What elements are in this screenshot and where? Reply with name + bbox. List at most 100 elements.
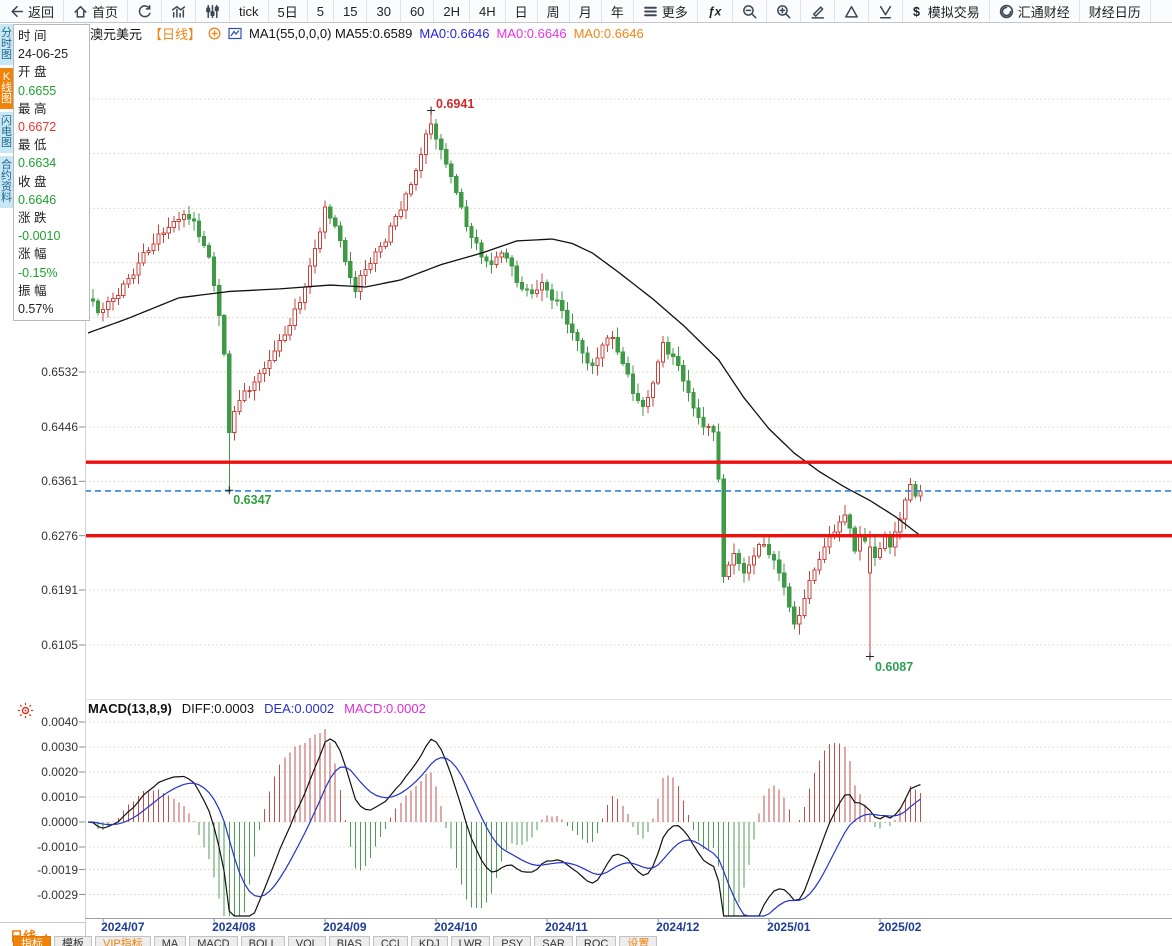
toolbar-period-day[interactable]: 日 [506,0,538,22]
indicator-tab-LWR[interactable]: LWR [451,936,491,946]
side-tab-合约资料[interactable]: 合约资料 [0,156,13,208]
month-label: 2024/10 [434,920,477,934]
toolbar-back[interactable]: 返回 [0,0,64,22]
toolbar-period-60[interactable]: 60 [401,0,434,22]
info-value: 0.6672 [18,118,89,136]
toolbar-label: 模拟交易 [928,2,980,21]
macd-macd-value: MACD:0.0002 [344,701,426,716]
indicator-tab-设置[interactable]: 设置 [619,936,657,946]
ma0-value-1: MA0:0.6646 [419,26,489,41]
ma0-value-3: MA0:0.6646 [574,26,644,41]
extreme-marker [866,653,874,661]
toolbar-zoom-in[interactable] [767,0,801,22]
macd-dea-value: DEA:0.0002 [264,701,334,716]
indicator-tab-MA[interactable]: MA [154,936,187,946]
price-annotation: 0.6347 [233,493,271,507]
toolbar-period-5d[interactable]: 5日 [269,0,308,22]
indicator-tab-MACD[interactable]: MACD [189,936,237,946]
toolbar-more-menu[interactable]: 更多 [634,0,698,22]
price-axis-label: 0.6361 [26,474,78,488]
indicator-tab-CCI[interactable]: CCI [373,936,408,946]
indicator-tab-BOLL[interactable]: BOLL [241,936,285,946]
info-value: 0.6634 [18,154,89,172]
toolbar-zoom-out[interactable] [733,0,767,22]
toolbar-label: 周 [547,2,560,21]
toolbar-label: 4H [479,4,496,19]
info-label: 最 低 [18,136,89,154]
macd-panel-separator [85,699,1172,700]
chart-canvas[interactable] [0,0,1172,946]
macd-axis-label: 0.0020 [26,765,78,779]
toolbar-formula-fx[interactable]: ƒx [698,0,733,22]
toolbar-period-tick[interactable]: tick [230,0,269,22]
chart-header: 澳元美元 【日线】 MA1(55,0,0,0) MA55:0.6589 MA0:… [90,25,644,41]
price-annotation: 0.6087 [875,660,913,674]
macd-axis-label: -0.0019 [26,863,78,877]
info-value: -0.15% [18,264,89,282]
toolbar-label: 返回 [28,2,54,21]
macd-axis-label: 0.0000 [26,815,78,829]
back-icon [9,4,24,19]
indicator-settings-sun-icon[interactable] [17,702,34,724]
ma-settings-text: MA1(55,0,0,0) MA55:0.6589 [249,26,412,41]
add-indicator-icon[interactable] [208,27,221,40]
toolbar-label: 汇通财经 [1018,2,1070,21]
info-value: 24-06-25 [18,45,89,63]
indicator-tab-ROC[interactable]: ROC [576,936,616,946]
fx-chart-app: 返回首页 tick5日51530602H 4H 日周月年更多 ƒx $模拟交易 汇通财经财经… [0,0,1172,946]
toolbar-period-5[interactable]: 5 [308,0,334,22]
toolbar-period-year[interactable]: 年 [602,0,634,22]
side-tab-闪电图[interactable]: 闪电图 [0,112,13,153]
price-annotation: 0.6941 [436,97,474,111]
info-label: 涨 幅 [18,245,89,263]
price-axis-label: 0.6191 [26,583,78,597]
indicator-tab-VIP指标[interactable]: VIP指标 [95,936,151,946]
toolbar-fx678-brand[interactable]: 汇通财经 [990,0,1080,22]
toolbar-home[interactable]: 首页 [64,0,128,22]
indicator-tab-指标[interactable]: 指标 [13,936,51,946]
toolbar-period-month[interactable]: 月 [570,0,602,22]
toolbar-period-2h[interactable]: 2H [434,0,470,22]
info-value: 0.6655 [18,82,89,100]
toolbar-refresh[interactable] [128,0,162,22]
indicator-tab-模板[interactable]: 模板 [54,936,92,946]
month-label: 2025/01 [767,920,810,934]
info-label: 开 盘 [18,63,89,81]
toolbar-econ-calendar[interactable]: 财经日历 [1080,0,1151,22]
macd-diff-line [88,739,920,916]
info-label: 最 高 [18,100,89,118]
symbol-name: 澳元美元 [90,24,142,43]
toolbar-period-4h[interactable]: 4H [470,0,506,22]
more-menu-icon [643,4,658,19]
indicator-tab-PSY[interactable]: PSY [493,936,531,946]
svg-text:ƒx: ƒx [708,4,723,18]
ma0-value-2: MA0:0.6646 [496,26,566,41]
indicator-tab-KDJ[interactable]: KDJ [411,936,448,946]
toolbar-shape-triangle[interactable] [835,0,869,22]
month-label: 2024/09 [323,920,366,934]
info-label: 振 幅 [18,282,89,300]
toolbar-label: 月 [579,2,592,21]
macd-dea-line [88,758,920,916]
info-value: 0.6646 [18,191,89,209]
indicator-tab-SAR[interactable]: SAR [534,936,573,946]
indicator-tab-VOL[interactable]: VOL [288,936,326,946]
toolbar-demo-trading[interactable]: $模拟交易 [903,0,990,22]
toolbar-chart-type[interactable] [162,0,196,22]
toolbar-shape-check[interactable] [869,0,903,22]
toolbar-period-15[interactable]: 15 [334,0,367,22]
zoom-out-icon [742,4,757,19]
indicator-tab-BIAS[interactable]: BIAS [329,936,370,946]
month-label: 2024/07 [101,920,144,934]
price-axis-label: 0.6276 [26,529,78,543]
toolbar-period-30[interactable]: 30 [367,0,400,22]
month-label: 2025/02 [878,920,921,934]
toolbar-indicator-adjust[interactable] [196,0,230,22]
toolbar-period-week[interactable]: 周 [538,0,570,22]
side-tab-分时图[interactable]: 分时图 [0,24,13,65]
side-tab-K线图[interactable]: K线图 [0,68,13,109]
toolbar-draw-pencil[interactable] [801,0,835,22]
refresh-icon [137,4,152,19]
chart-mode-tabs: 分时图 K线图闪电图合约资料 [0,24,13,208]
mini-chart-icon[interactable] [228,27,242,40]
